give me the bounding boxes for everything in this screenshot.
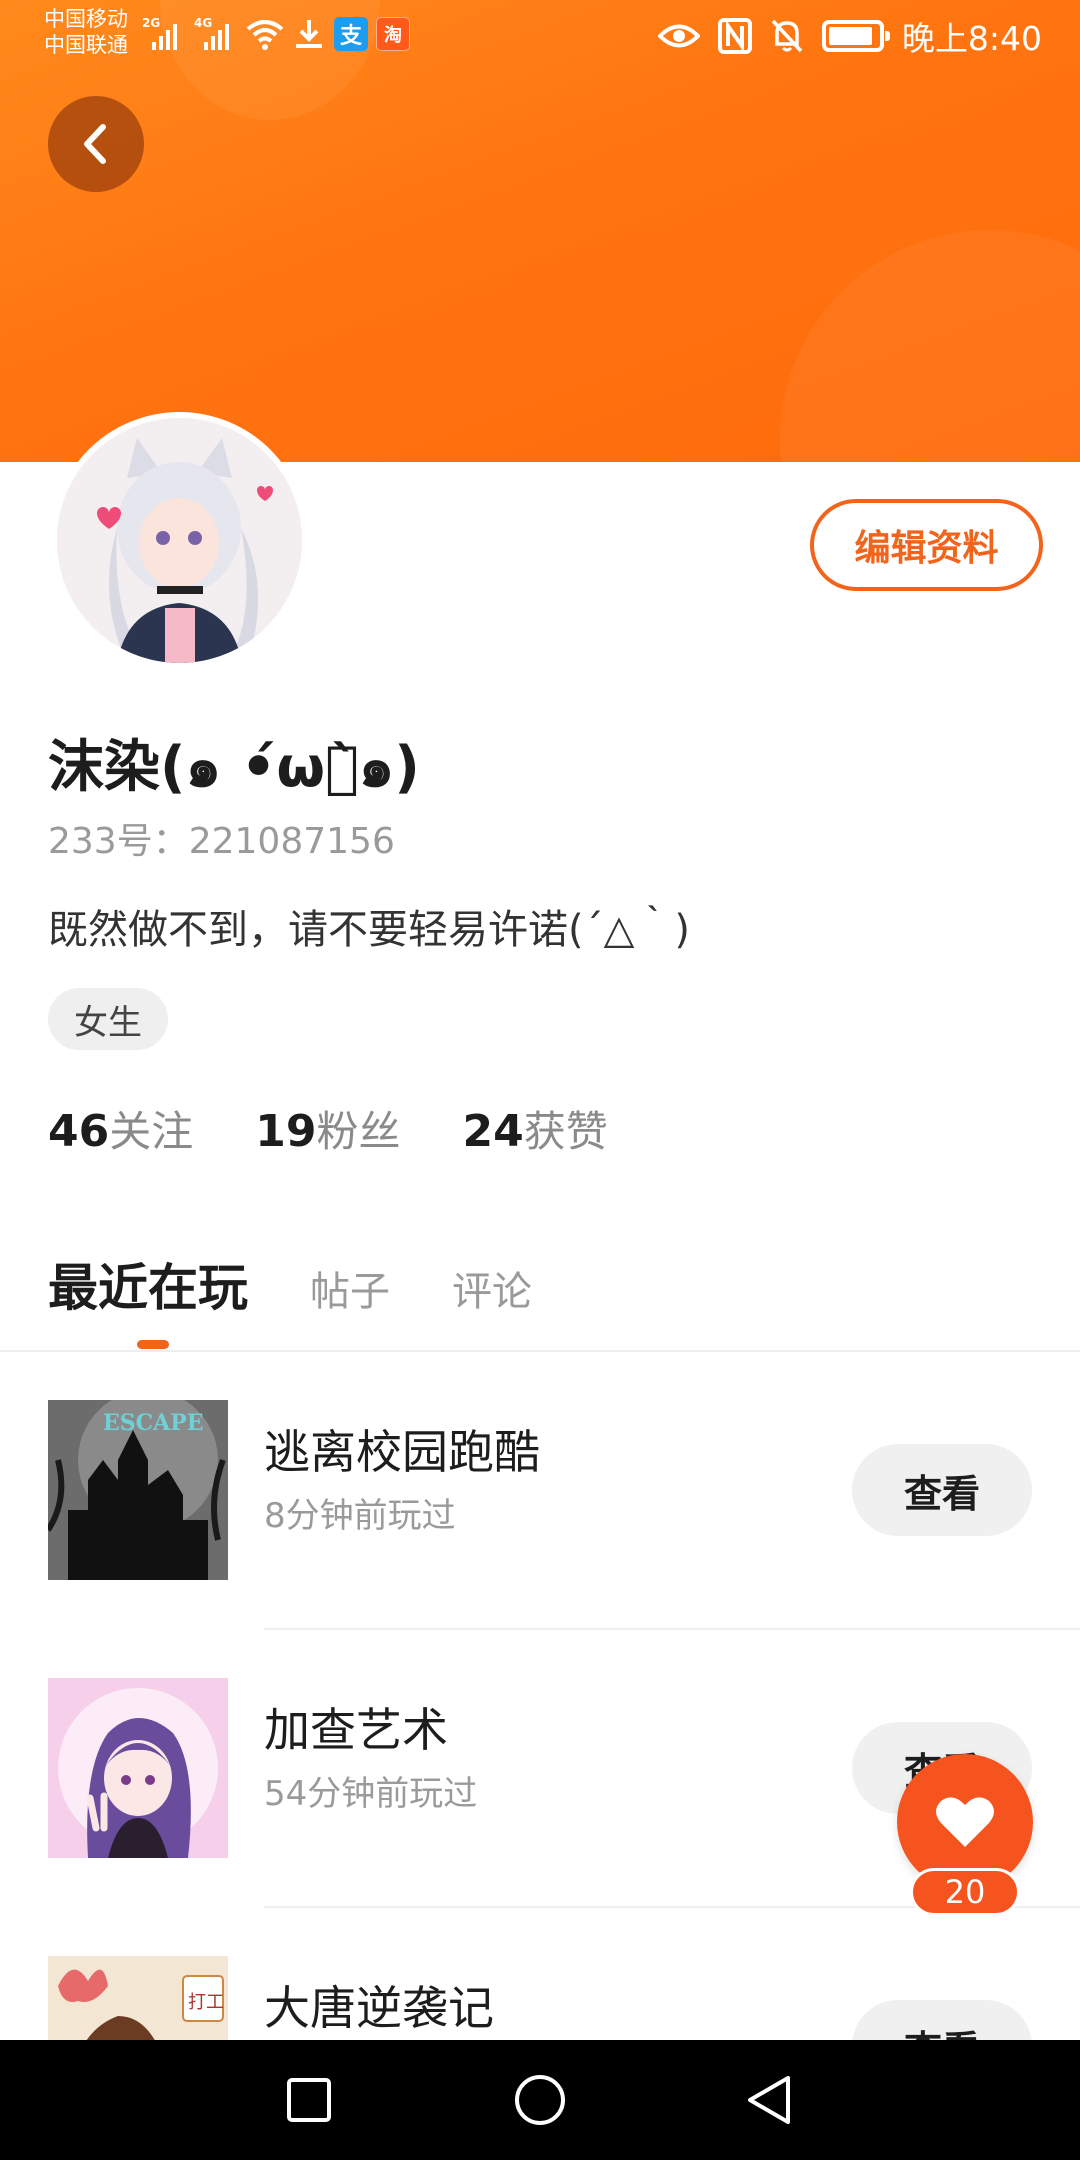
system-nav-bar <box>0 2040 1080 2160</box>
carrier-names: 中国移动 中国联通 <box>44 6 128 58</box>
taobao-icon: 淘 <box>376 17 410 51</box>
following-stat[interactable]: 46关注 <box>48 1098 193 1159</box>
followers-label: 粉丝 <box>316 1107 401 1156</box>
user-id: 233号：221087156 <box>48 821 395 862</box>
circle-icon <box>515 2075 565 2125</box>
thumb-text: ESCAPE <box>103 1410 204 1436</box>
carrier-2: 中国联通 <box>44 33 128 57</box>
followers-stat[interactable]: 19粉丝 <box>255 1098 400 1159</box>
triangle-back-icon <box>748 2076 790 2124</box>
likes-count: 24 <box>462 1106 524 1157</box>
likes-stat[interactable]: 24获赞 <box>463 1098 608 1159</box>
game-thumbnail[interactable] <box>48 1678 228 1858</box>
tab-bar: 最近在玩 帖子 评论 <box>48 1248 532 1320</box>
nfc-icon <box>717 18 752 54</box>
carrier-1: 中国移动 <box>44 7 128 31</box>
following-count: 46 <box>48 1106 110 1157</box>
bell-off-icon <box>771 19 803 53</box>
edit-profile-button[interactable]: 编辑资料 <box>810 499 1043 591</box>
clock: 晚上8:40 <box>901 19 1042 58</box>
alipay-icon: 支 <box>334 17 368 51</box>
likes-label: 获赞 <box>523 1107 608 1156</box>
game-thumbnail[interactable]: 打工 <box>48 1956 228 2040</box>
home-button[interactable] <box>500 2060 580 2140</box>
back-button[interactable] <box>48 96 144 192</box>
tab-comments[interactable]: 评论 <box>452 1259 532 1317</box>
view-button[interactable]: 查看 <box>852 1444 1032 1536</box>
game-title: 加查艺术 <box>264 1703 448 1757</box>
gender-tag: 女生 <box>48 988 168 1050</box>
chevron-left-icon <box>84 124 106 164</box>
avatar[interactable] <box>51 412 308 669</box>
list-item[interactable]: 打工 大唐逆袭记 查看 <box>0 1908 1080 2040</box>
download-icon <box>296 20 322 48</box>
eye-icon <box>657 24 700 48</box>
heart-icon <box>936 1797 994 1847</box>
game-title: 逃离校园跑酷 <box>264 1425 540 1479</box>
back-nav-button[interactable] <box>730 2060 810 2140</box>
view-button[interactable]: 查看 <box>852 2000 1032 2040</box>
avatar-illustration <box>57 418 302 663</box>
game-last-played: 54分钟前玩过 <box>264 1774 478 1814</box>
following-label: 关注 <box>109 1107 194 1156</box>
signal-icon: 4G <box>194 16 238 52</box>
recents-button[interactable] <box>269 2060 349 2140</box>
list-item[interactable]: ESCAPE 逃离校园跑酷 8分钟前玩过 查看 <box>0 1352 1080 1631</box>
stats-row: 46关注 19粉丝 24获赞 <box>48 1098 608 1159</box>
square-icon <box>287 2078 331 2122</box>
tab-recently-played[interactable]: 最近在玩 <box>48 1248 248 1320</box>
signal-icon: 2G <box>142 16 186 52</box>
game-title: 大唐逆袭记 <box>264 1981 494 2035</box>
battery-icon <box>821 20 890 52</box>
nickname: 沫染(๑ •́ωก̀๑) <box>48 735 420 800</box>
bio: 既然做不到，请不要轻易许诺(´△｀) <box>48 907 690 953</box>
active-tab-indicator <box>137 1340 169 1349</box>
tab-posts[interactable]: 帖子 <box>310 1259 390 1317</box>
like-count-badge: 20 <box>910 1868 1020 1916</box>
status-bar: 中国移动 中国联通 2G 4G 支 淘 晚上8:40 <box>0 0 1080 72</box>
followers-count: 19 <box>255 1106 317 1157</box>
game-thumbnail[interactable]: ESCAPE <box>48 1400 228 1580</box>
game-last-played: 8分钟前玩过 <box>264 1496 456 1536</box>
wifi-icon <box>246 20 284 50</box>
thumb-text: 打工 <box>188 1992 224 2013</box>
